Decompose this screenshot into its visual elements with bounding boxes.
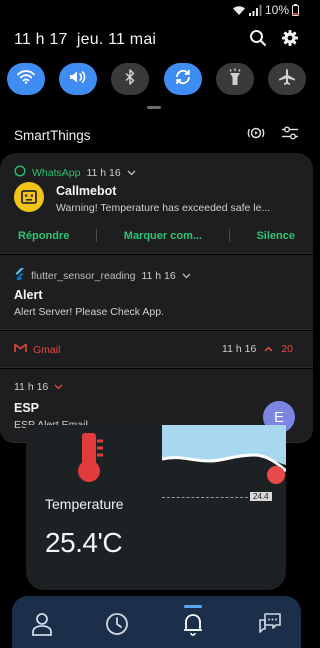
smartthings-title: SmartThings — [14, 127, 91, 143]
quick-settings-header: 11 h 17 jeu. 11 mai — [14, 28, 299, 52]
quick-toggles — [7, 63, 306, 95]
device-control-icon[interactable] — [281, 126, 299, 145]
notification-title: Alert — [14, 288, 43, 302]
gmail-count-badge: 20 — [281, 343, 293, 355]
chart-dashed-line — [162, 497, 248, 498]
whatsapp-notification[interactable]: WhatsApp 11 h 16 Callmebot Warning! Temp… — [0, 153, 313, 254]
status-bar: 10% — [0, 0, 313, 20]
chat-icon — [257, 612, 283, 641]
notification-sender: Callmebot — [56, 184, 117, 198]
notification-actions: Répondre Marquer com... Silence — [14, 229, 299, 242]
mark-as-read-button[interactable]: Marquer com... — [120, 230, 206, 242]
airplane-mode-toggle[interactable] — [267, 63, 306, 95]
callmebot-avatar — [14, 182, 44, 212]
clock-icon — [105, 612, 129, 641]
settings-gear-icon[interactable] — [281, 29, 299, 52]
reply-button[interactable]: Répondre — [14, 230, 73, 242]
search-icon[interactable] — [249, 29, 267, 52]
speaker-icon — [69, 70, 87, 89]
nav-notifications[interactable] — [179, 612, 207, 640]
flutter-time: 11 h 16 — [141, 269, 176, 282]
wifi-status-icon — [232, 5, 246, 16]
expand-chevron-icon[interactable] — [127, 167, 136, 179]
temperature-label: Temperature — [45, 496, 124, 512]
flutter-icon — [14, 268, 25, 283]
notification-title: ESP — [14, 401, 40, 415]
flutter-app-row: flutter_sensor_reading 11 h 16 — [14, 268, 191, 283]
time-text: 11 h 17 — [14, 31, 68, 48]
panel-drag-handle[interactable] — [147, 106, 161, 109]
chart-value-tag: 24.4 — [250, 492, 272, 501]
person-icon — [31, 612, 53, 641]
temperature-card[interactable]: 24.4 Temperature 25.4'C — [26, 425, 286, 590]
mute-button[interactable]: Silence — [252, 230, 299, 242]
whatsapp-app-row: WhatsApp 11 h 16 — [14, 165, 136, 180]
flutter-app-name: flutter_sensor_reading — [31, 269, 136, 282]
gmail-icon — [14, 343, 27, 356]
flashlight-icon — [228, 68, 242, 91]
auto-rotate-toggle[interactable] — [163, 63, 202, 95]
nav-history[interactable] — [103, 612, 131, 640]
smartthings-row: SmartThings — [14, 122, 299, 148]
flutter-notification[interactable]: flutter_sensor_reading 11 h 16 Alert Ale… — [0, 255, 313, 330]
bell-icon — [182, 612, 204, 641]
bluetooth-icon — [124, 68, 136, 90]
nav-profile[interactable] — [28, 612, 56, 640]
sound-toggle[interactable] — [59, 63, 98, 95]
active-tab-indicator — [184, 605, 202, 608]
whatsapp-icon — [14, 165, 26, 180]
wifi-icon — [17, 69, 35, 89]
action-divider — [228, 229, 230, 242]
media-output-icon[interactable] — [247, 126, 265, 145]
flashlight-toggle[interactable] — [215, 63, 254, 95]
gmail-app-name: Gmail — [33, 343, 61, 356]
thermometer-icon — [72, 433, 106, 488]
nav-chat[interactable] — [256, 612, 284, 640]
whatsapp-time: 11 h 16 — [86, 166, 121, 179]
date-text: jeu. 11 mai — [76, 31, 157, 48]
battery-icon — [292, 4, 299, 16]
airplane-icon — [278, 68, 296, 91]
bluetooth-toggle[interactable] — [111, 63, 150, 95]
battery-percent: 10% — [264, 3, 289, 17]
expand-chevron-icon[interactable] — [54, 381, 63, 393]
esp-time: 11 h 16 — [14, 381, 49, 393]
esp-meta-row: 11 h 16 — [14, 381, 63, 393]
gmail-time: 11 h 16 — [222, 343, 257, 355]
gmail-app-row: Gmail — [14, 343, 60, 356]
expand-chevron-icon[interactable] — [182, 270, 191, 282]
collapse-chevron-icon[interactable] — [264, 343, 273, 355]
action-divider — [96, 229, 98, 242]
notification-message: Warning! Temperature has exceeded safe l… — [56, 202, 271, 214]
gmail-notification[interactable]: Gmail 11 h 16 20 — [0, 331, 313, 368]
signal-icon — [248, 4, 262, 16]
whatsapp-app-name: WhatsApp — [32, 166, 81, 179]
temperature-value: 25.4'C — [45, 527, 123, 558]
gmail-meta: 11 h 16 20 — [222, 343, 293, 355]
bottom-navigation — [12, 596, 301, 648]
notification-message: Alert Server! Please Check App. — [14, 306, 164, 318]
wifi-toggle[interactable] — [7, 63, 45, 95]
date-time: 11 h 17 jeu. 11 mai — [14, 31, 156, 49]
temperature-chart — [161, 425, 286, 498]
rotate-icon — [174, 68, 192, 91]
